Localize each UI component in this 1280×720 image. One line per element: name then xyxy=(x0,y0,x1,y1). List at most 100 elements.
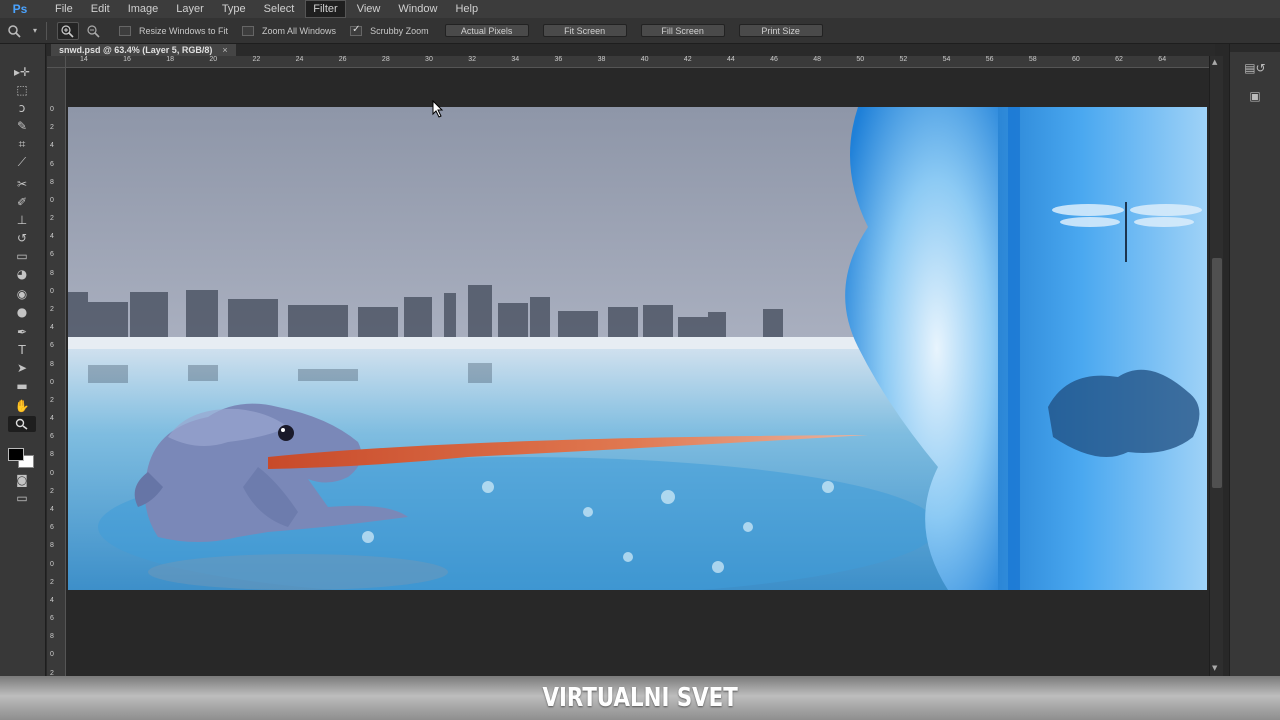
document-image[interactable] xyxy=(68,107,1207,590)
blur-icon[interactable]: ◉ xyxy=(8,286,36,302)
ruler-tick-label: 2 xyxy=(50,215,54,223)
ruler-tick-label: 0 xyxy=(50,196,54,204)
menu-type[interactable]: Type xyxy=(215,1,253,17)
quick-mask-icon[interactable]: ◙ xyxy=(8,472,36,488)
checkbox-label: Resize Windows to Fit xyxy=(139,25,229,36)
checkbox-box[interactable] xyxy=(119,25,131,36)
zoom-icon[interactable] xyxy=(4,22,26,40)
ruler-tick-label: 0 xyxy=(50,287,54,295)
checkbox-box[interactable] xyxy=(350,24,363,36)
dodge-icon[interactable]: ● xyxy=(8,304,36,320)
move-icon[interactable]: ▸✛ xyxy=(8,64,36,80)
canvas-area[interactable] xyxy=(66,68,1209,676)
checkbox-box[interactable] xyxy=(242,25,255,36)
lasso-icon[interactable]: ↄ xyxy=(8,100,36,116)
cursor-arrow-icon xyxy=(432,100,444,118)
menu-edit[interactable]: Edit xyxy=(84,1,117,17)
actual-pixels-button[interactable]: Actual Pixels xyxy=(444,24,529,37)
healing-brush-icon[interactable]: ✂ xyxy=(8,176,36,192)
menu-window[interactable]: Window xyxy=(391,1,444,17)
menu-image[interactable]: Image xyxy=(121,1,166,17)
history-panel-icon[interactable]: ▤↺ xyxy=(1242,60,1268,76)
ruler-tick-label: 6 xyxy=(50,160,54,168)
ruler-tick-label: 2 xyxy=(50,487,54,495)
ruler-tick-label: 50 xyxy=(856,56,865,63)
menu-select[interactable]: Select xyxy=(257,1,302,17)
ruler-tick-label: 6 xyxy=(50,251,54,259)
ruler-tick-label: 32 xyxy=(468,56,476,63)
rectangle-icon[interactable]: ▬ xyxy=(8,378,36,394)
ruler-tick-label: 4 xyxy=(50,596,54,604)
ruler-tick-label: 0 xyxy=(50,560,54,568)
ruler-tick-label: 8 xyxy=(50,360,54,368)
crop-icon[interactable]: ⌗ xyxy=(8,136,36,152)
ruler-tick-label: 2 xyxy=(50,124,54,132)
ruler-tick-label: 6 xyxy=(50,433,54,441)
checkbox-label: Scrubby Zoom xyxy=(370,25,429,36)
ruler-tick-label: 30 xyxy=(425,56,433,63)
ruler-tick-label: 64 xyxy=(1158,56,1167,63)
ruler-tick-label: 34 xyxy=(511,56,520,63)
fit-screen-button[interactable]: Fit Screen xyxy=(542,24,627,37)
vertical-ruler[interactable]: 024680246802468024680246802468024 xyxy=(47,56,66,695)
panel-dock-header[interactable] xyxy=(1230,44,1280,52)
path-select-icon[interactable]: ➤ xyxy=(8,360,36,376)
ruler-corner xyxy=(47,56,66,68)
ruler-tick-label: 26 xyxy=(338,56,347,63)
hand-icon[interactable]: ✋ xyxy=(8,398,36,414)
fill-screen-button[interactable]: Fill Screen xyxy=(640,24,725,37)
ruler-tick-label: 2 xyxy=(50,578,54,586)
ruler-tick-label: 56 xyxy=(985,56,994,63)
menu-layer[interactable]: Layer xyxy=(169,1,211,17)
screen-mode-icon[interactable]: ▭ xyxy=(8,490,36,506)
scrollbar-thumb[interactable] xyxy=(1212,258,1222,488)
ruler-tick-label: 8 xyxy=(50,633,54,641)
history-brush-icon[interactable]: ↺ xyxy=(8,230,36,246)
type-icon[interactable]: T xyxy=(8,342,36,358)
ruler-tick-label: 54 xyxy=(942,56,951,63)
clone-stamp-icon[interactable]: ⊥ xyxy=(8,212,36,228)
vertical-scrollbar[interactable]: ▲ ▼ xyxy=(1209,56,1223,676)
ruler-tick-label: 18 xyxy=(166,56,175,63)
ruler-tick-label: 44 xyxy=(726,56,735,63)
zoom-all-windows-checkbox[interactable]: Zoom All Windows xyxy=(242,25,337,36)
ruler-tick-label: 22 xyxy=(252,56,261,63)
ruler-tick-label: 4 xyxy=(50,233,54,241)
app-logo: Ps xyxy=(12,2,28,16)
scrubby-zoom-checkbox[interactable]: Scrubby Zoom xyxy=(350,24,429,36)
scroll-up-icon[interactable]: ▲ xyxy=(1212,58,1217,66)
ruler-tick-label: 6 xyxy=(50,524,54,532)
horizontal-ruler[interactable]: 14 16 18 20 22 24 26 28 30 32 34 36 38 40 42 44 46 48 50 52… xyxy=(66,56,1209,68)
properties-panel-icon[interactable]: ▣ xyxy=(1242,88,1268,104)
ruler-tick-label: 8 xyxy=(50,542,54,550)
menu-view[interactable]: View xyxy=(350,1,388,17)
menu-help[interactable]: Help xyxy=(448,1,485,17)
paint-bucket-icon[interactable]: ◕ xyxy=(8,266,36,282)
document-tab[interactable]: snwd.psd @ 63.4% (Layer 5, RGB/8) × xyxy=(51,44,236,56)
print-size-button[interactable]: Print Size xyxy=(738,24,823,37)
scroll-down-icon[interactable]: ▼ xyxy=(1212,664,1217,672)
checkbox-label: Zoom All Windows xyxy=(262,25,337,36)
ruler-tick-label: 8 xyxy=(50,178,54,186)
eyedropper-icon[interactable]: ⟋ xyxy=(8,154,36,170)
zoom-out-icon[interactable] xyxy=(83,22,105,40)
quick-select-icon[interactable]: ✎ xyxy=(8,118,36,134)
zoom-icon[interactable] xyxy=(8,416,36,432)
ruler-tick-label: 62 xyxy=(1115,56,1123,63)
zoom-in-icon[interactable] xyxy=(57,21,79,40)
foreground-color-swatch[interactable] xyxy=(8,448,24,461)
marquee-icon[interactable]: ⬚ xyxy=(8,82,36,98)
menu-file[interactable]: File xyxy=(48,1,80,17)
resize-windows-checkbox[interactable]: Resize Windows to Fit xyxy=(119,25,229,36)
pen-icon[interactable]: ✒ xyxy=(8,324,36,340)
ruler-tick-label: 52 xyxy=(899,56,908,63)
menu-filter[interactable]: Filter xyxy=(305,0,346,18)
brush-icon[interactable]: ✐ xyxy=(8,194,36,210)
ruler-tick-label: 48 xyxy=(813,56,822,63)
banner-title: VIRTUALNI SVET xyxy=(542,683,738,713)
ruler-tick-label: 4 xyxy=(50,506,54,513)
tool-preset-chevron-down-icon[interactable]: ▾ xyxy=(30,22,40,40)
close-icon[interactable]: × xyxy=(222,45,227,55)
ruler-tick-label: 0 xyxy=(50,651,54,659)
eraser-icon[interactable]: ▭ xyxy=(8,248,36,264)
